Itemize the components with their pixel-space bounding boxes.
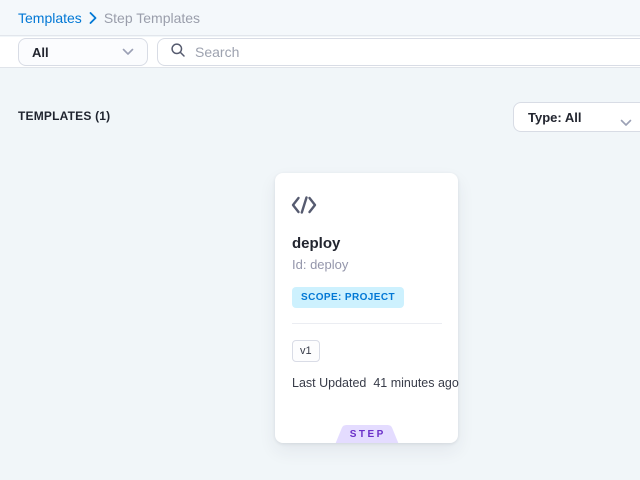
breadcrumb: Templates Step Templates	[18, 10, 200, 26]
template-type-tag: STEP	[331, 425, 403, 443]
scope-filter-value: All	[32, 45, 49, 60]
page-header: Templates Step Templates	[0, 0, 640, 36]
last-updated-row: Last Updated 41 minutes ago	[292, 376, 459, 390]
search-box[interactable]	[157, 38, 640, 66]
code-icon	[290, 195, 318, 220]
template-name: deploy	[292, 235, 340, 252]
card-divider	[292, 323, 442, 324]
breadcrumb-templates-link[interactable]: Templates	[18, 10, 82, 26]
filter-toolbar: All	[0, 37, 640, 68]
scope-badge: SCOPE: PROJECT	[292, 287, 404, 308]
breadcrumb-current: Step Templates	[104, 10, 200, 26]
type-filter-dropdown[interactable]: Type: All	[513, 102, 640, 132]
search-input[interactable]	[195, 44, 595, 60]
template-id: Id: deploy	[292, 257, 348, 272]
search-icon	[170, 42, 186, 63]
chevron-down-icon	[620, 114, 632, 132]
template-type-tag-label: STEP	[331, 429, 403, 440]
chevron-down-icon	[122, 43, 134, 61]
chevron-right-icon	[89, 12, 97, 24]
template-card[interactable]: deploy Id: deploy SCOPE: PROJECT v1 Last…	[275, 173, 458, 443]
type-filter-value: Type: All	[528, 110, 581, 125]
last-updated-label: Last Updated	[292, 376, 366, 390]
scope-filter-dropdown[interactable]: All	[18, 38, 148, 66]
last-updated-value: 41 minutes ago	[373, 376, 458, 390]
templates-count-label: TEMPLATES (1)	[18, 109, 110, 123]
version-chip: v1	[292, 340, 320, 362]
